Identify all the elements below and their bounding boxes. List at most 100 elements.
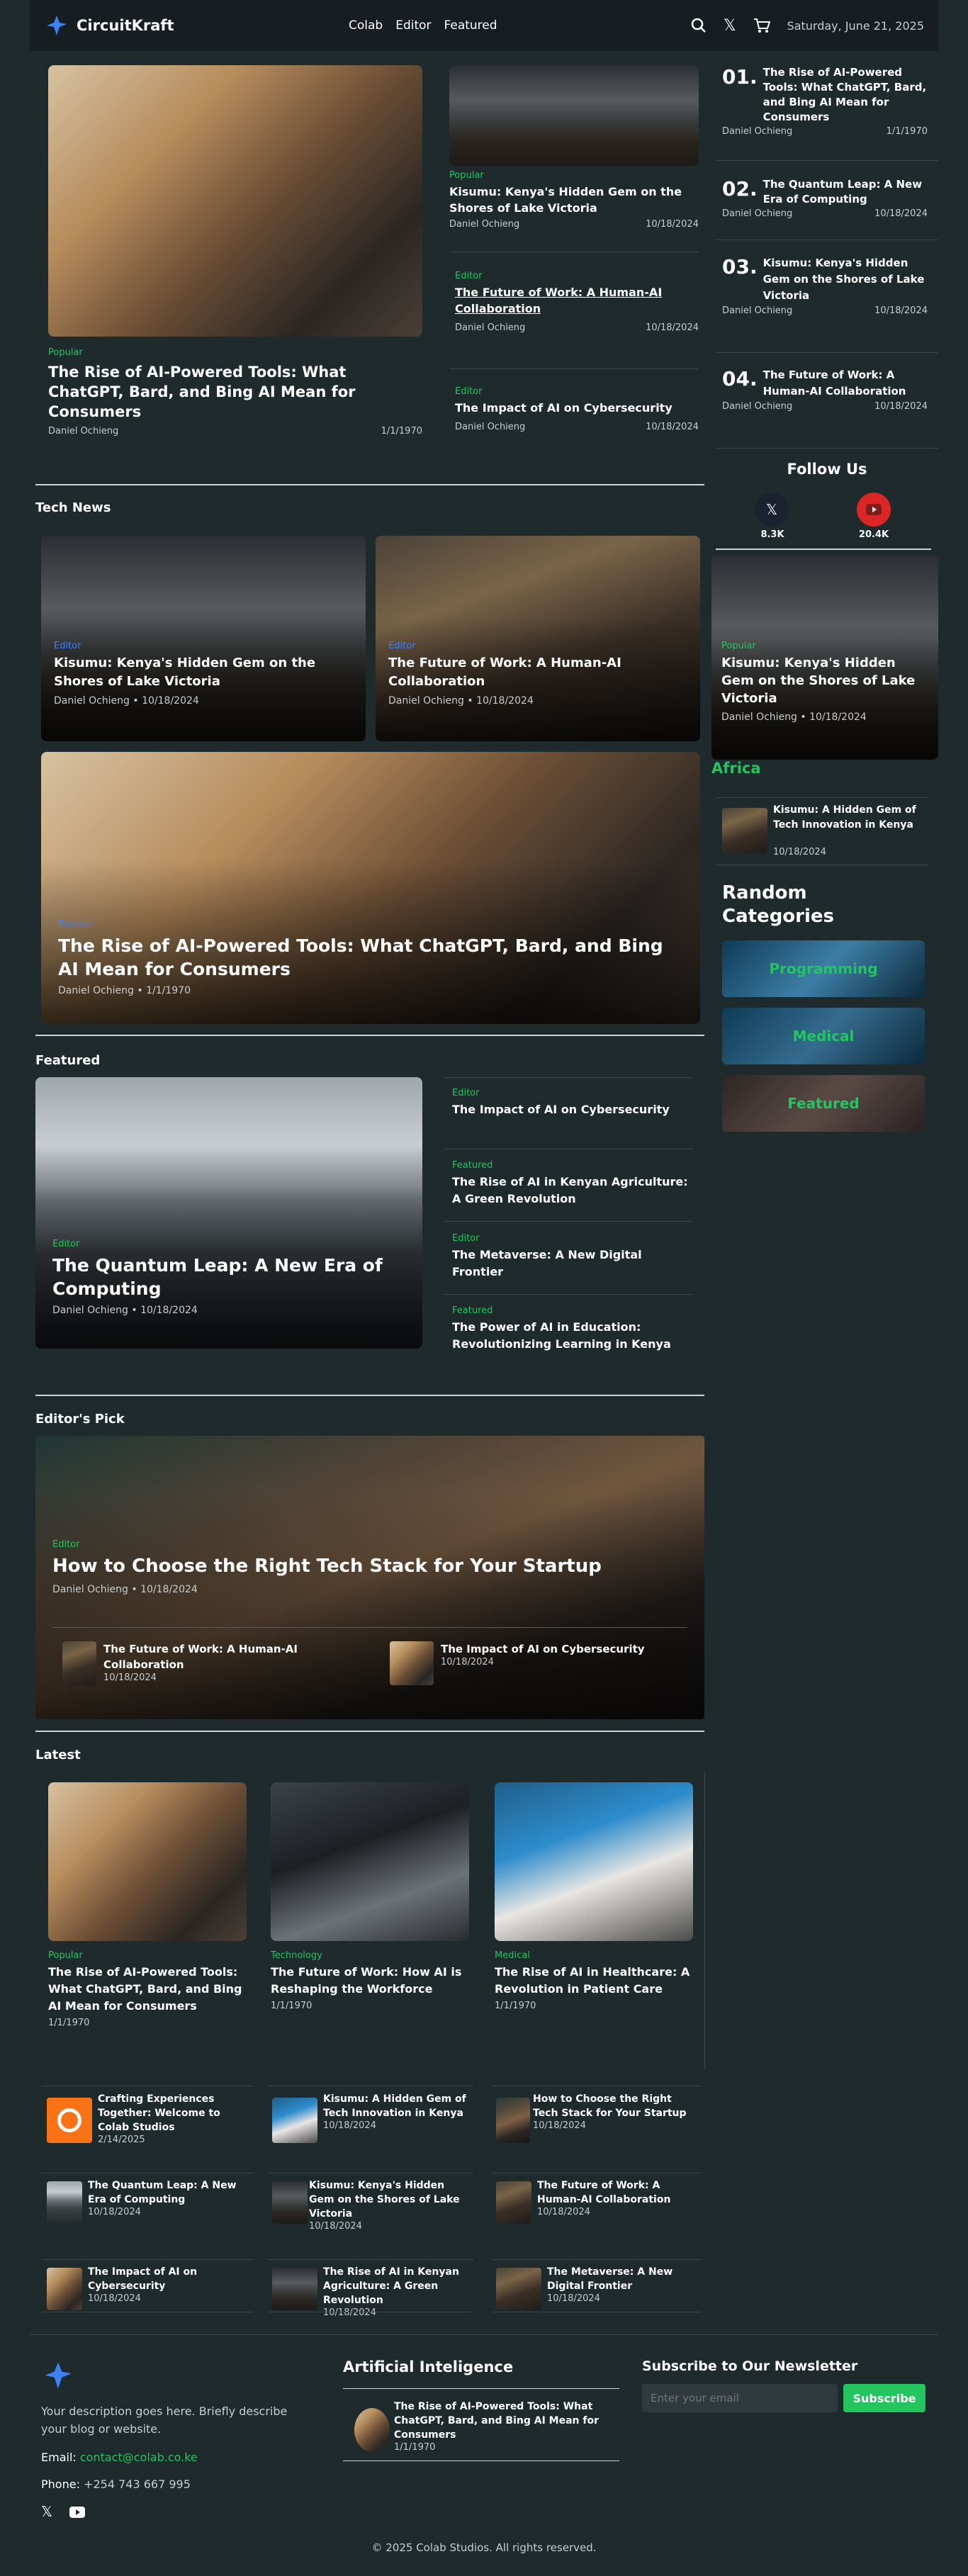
rank-title[interactable]: The Future of Work: A Human-AI Collabora… <box>763 367 928 400</box>
hero-main-category[interactable]: Popular <box>48 347 422 358</box>
africa-thumb[interactable] <box>722 808 767 853</box>
hero-mid-category[interactable]: Editor <box>455 386 699 397</box>
grid-title[interactable]: How to Choose the Right Tech Stack for Y… <box>533 2092 694 2120</box>
x-follow-button[interactable]: 𝕏 <box>755 493 789 527</box>
grid-thumb[interactable] <box>496 2098 530 2143</box>
author[interactable]: Daniel Ochieng <box>722 401 792 412</box>
sub-title[interactable]: The Impact of AI on Cybersecurity <box>441 1641 682 1657</box>
author[interactable]: Daniel Ochieng <box>722 305 792 316</box>
hero-mid-title[interactable]: The Impact of AI on Cybersecurity <box>455 400 699 416</box>
author[interactable]: Daniel Ochieng <box>388 695 464 707</box>
author[interactable]: Daniel Ochieng <box>449 219 519 230</box>
grid-thumb[interactable] <box>496 2181 531 2224</box>
list-title[interactable]: The Power of AI in Education: Revolution… <box>452 1319 693 1353</box>
africa-item-title[interactable]: Kisumu: A Hidden Gem of Tech Innovation … <box>773 803 929 833</box>
grid-title[interactable]: Kisumu: Kenya's Hidden Gem on the Shores… <box>309 2178 472 2221</box>
grid-title[interactable]: The Quantum Leap: A New Era of Computing <box>88 2178 247 2207</box>
author[interactable]: Daniel Ochieng <box>54 695 130 707</box>
card-title[interactable]: The Future of Work: A Human-AI Collabora… <box>388 654 686 691</box>
author[interactable]: Daniel Ochieng <box>721 712 797 723</box>
footer-youtube-icon[interactable] <box>69 2507 85 2518</box>
featured-main-card[interactable]: Editor The Quantum Leap: A New Era of Co… <box>35 1077 422 1349</box>
author[interactable]: Daniel Ochieng <box>722 208 792 219</box>
card-title[interactable]: Kisumu: Kenya's Hidden Gem on the Shores… <box>54 654 351 691</box>
newsletter-email-input[interactable] <box>642 2384 838 2412</box>
list-title[interactable]: The Metaverse: A New Digital Frontier <box>452 1247 693 1281</box>
grid-thumb[interactable] <box>272 2181 308 2224</box>
hero-mid-category[interactable]: Popular <box>449 170 699 181</box>
grid-thumb[interactable] <box>47 2098 92 2143</box>
latest-card-image[interactable] <box>495 1782 693 1941</box>
cart-icon[interactable] <box>753 18 770 33</box>
tech-card[interactable]: Editor The Future of Work: A Human-AI Co… <box>376 536 700 741</box>
brand-logo[interactable]: CircuitKraft <box>44 13 174 38</box>
grid-title[interactable]: Kisumu: A Hidden Gem of Tech Innovation … <box>323 2092 472 2120</box>
card-title[interactable]: Kisumu: Kenya's Hidden Gem on the Shores… <box>721 654 927 707</box>
footer-ai-thumb[interactable] <box>354 2408 390 2452</box>
category[interactable]: Editor <box>52 1239 407 1249</box>
card-title[interactable]: The Rise of AI in Healthcare: A Revoluti… <box>495 1964 693 1998</box>
grid-thumb[interactable] <box>496 2268 541 2310</box>
category[interactable]: Featured <box>452 1160 693 1171</box>
card-title[interactable]: The Quantum Leap: A New Era of Computing <box>52 1254 407 1300</box>
latest-card-image[interactable] <box>271 1782 469 1941</box>
ranked-item[interactable]: 04. The Future of Work: A Human-AI Collab… <box>722 367 928 412</box>
hero-mid-title[interactable]: The Future of Work: A Human-AI Collabora… <box>455 284 699 317</box>
nav-link-editor[interactable]: Editor <box>395 18 431 33</box>
ranked-item[interactable]: 02. The Quantum Leap: A New Era of Comput… <box>722 177 928 219</box>
grid-title[interactable]: The Impact of AI on Cybersecurity <box>88 2265 247 2293</box>
list-title[interactable]: The Impact of AI on Cybersecurity <box>452 1101 693 1118</box>
list-title[interactable]: The Rise of AI in Kenyan Agriculture: A … <box>452 1174 693 1208</box>
grid-thumb[interactable] <box>272 2098 317 2143</box>
author[interactable]: Daniel Ochieng <box>52 1584 128 1595</box>
card-title[interactable]: The Future of Work: How AI is Reshaping … <box>271 1964 469 1998</box>
author[interactable]: Daniel Ochieng <box>722 126 792 137</box>
category[interactable]: Editor <box>388 641 686 651</box>
category[interactable]: Technology <box>271 1950 469 1961</box>
card-title[interactable]: The Rise of AI-Powered Tools: What ChatG… <box>58 934 682 981</box>
category[interactable]: Editor <box>452 1233 693 1244</box>
card-title[interactable]: How to Choose the Right Tech Stack for Y… <box>52 1554 690 1578</box>
editors-sub-thumb[interactable] <box>390 1641 434 1685</box>
category[interactable]: Editor <box>54 641 351 651</box>
x-icon[interactable]: 𝕏 <box>724 17 736 35</box>
footer-logo-icon[interactable] <box>41 2358 75 2392</box>
email-link[interactable]: contact@colab.co.ke <box>80 2451 198 2464</box>
youtube-follow-button[interactable] <box>857 493 891 527</box>
hero-mid-title[interactable]: Kisumu: Kenya's Hidden Gem on the Shores… <box>449 184 699 216</box>
subscribe-button[interactable]: Subscribe <box>843 2384 925 2412</box>
category[interactable]: Featured <box>452 1305 693 1316</box>
grid-thumb[interactable] <box>47 2268 82 2310</box>
grid-title[interactable]: The Metaverse: A New Digital Frontier <box>547 2265 694 2293</box>
hero-mid-category[interactable]: Editor <box>455 271 699 281</box>
grid-thumb[interactable] <box>47 2181 82 2224</box>
category[interactable]: Popular <box>721 641 927 651</box>
grid-title[interactable]: Crafting Experiences Together: Welcome t… <box>98 2092 247 2135</box>
category[interactable]: Popular <box>58 919 682 930</box>
editors-pick-card[interactable]: Editor How to Choose the Right Tech Stac… <box>35 1436 704 1719</box>
grid-title[interactable]: The Rise of AI in Kenyan Agriculture: A … <box>323 2265 472 2307</box>
tech-card[interactable]: Editor Kisumu: Kenya's Hidden Gem on the… <box>41 536 366 741</box>
rank-title[interactable]: The Rise of AI-Powered Tools: What ChatG… <box>763 65 928 125</box>
latest-card-image[interactable] <box>48 1782 247 1941</box>
hero-mid-image[interactable] <box>449 65 699 166</box>
grid-title[interactable]: The Future of Work: A Human-AI Collabora… <box>537 2178 694 2207</box>
sidebar-card[interactable]: Popular Kisumu: Kenya's Hidden Gem on th… <box>711 556 938 760</box>
ranked-item[interactable]: 03. Kisumu: Kenya's Hidden Gem on the Sho… <box>722 255 928 316</box>
hero-main-author[interactable]: Daniel Ochieng <box>48 426 118 437</box>
category[interactable]: Editor <box>452 1088 693 1098</box>
category-programming[interactable]: Programming <box>722 940 925 997</box>
card-title[interactable]: The Rise of AI-Powered Tools: What ChatG… <box>48 1964 247 2015</box>
category-medical[interactable]: Medical <box>722 1008 925 1064</box>
author[interactable]: Daniel Ochieng <box>455 322 525 333</box>
footer-x-icon[interactable]: 𝕏 <box>41 2503 52 2520</box>
tech-big-card[interactable]: Popular The Rise of AI-Powered Tools: Wh… <box>41 752 700 1024</box>
category[interactable]: Medical <box>495 1950 693 1961</box>
rank-title[interactable]: Kisumu: Kenya's Hidden Gem on the Shores… <box>763 255 928 304</box>
sub-title[interactable]: The Future of Work: A Human-AI Collabora… <box>103 1641 344 1672</box>
footer-ai-title[interactable]: The Rise of AI-Powered Tools: What ChatG… <box>394 2400 607 2442</box>
category[interactable]: Popular <box>48 1950 247 1961</box>
nav-link-colab[interactable]: Colab <box>349 18 383 33</box>
category[interactable]: Editor <box>52 1539 690 1550</box>
ranked-item[interactable]: 01. The Rise of AI-Powered Tools: What Ch… <box>722 65 928 137</box>
